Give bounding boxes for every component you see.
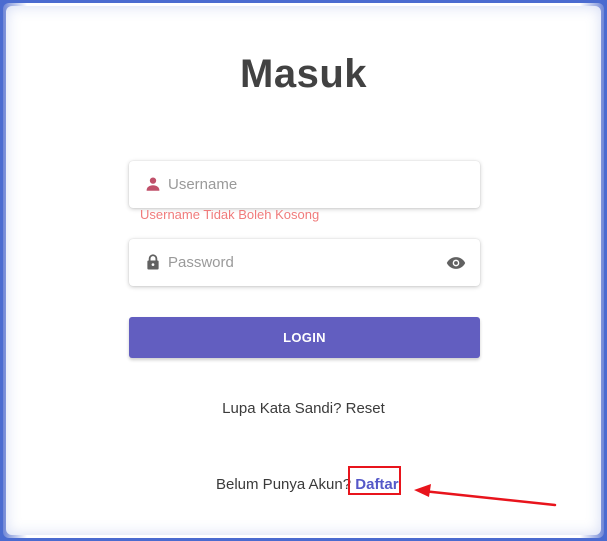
person-icon [144, 175, 162, 193]
password-input[interactable] [168, 239, 458, 286]
highlight-box [348, 466, 401, 495]
login-button[interactable]: LOGIN [129, 317, 480, 358]
lock-icon [144, 253, 162, 271]
username-input[interactable] [168, 161, 458, 208]
page-title: Masuk [240, 52, 367, 96]
username-field[interactable] [129, 161, 480, 208]
register-prompt-text: Belum Punya Akun? [216, 476, 352, 493]
annotation-arrow [414, 484, 557, 507]
forgot-password-text: Lupa Kata Sandi? [222, 400, 342, 417]
forgot-password-line: Lupa Kata Sandi? Reset [0, 400, 607, 417]
username-error-message: Username Tidak Boleh Kosong [140, 210, 320, 222]
eye-icon[interactable] [446, 254, 466, 272]
reset-link[interactable]: Reset [346, 400, 385, 417]
password-field[interactable] [129, 239, 480, 286]
